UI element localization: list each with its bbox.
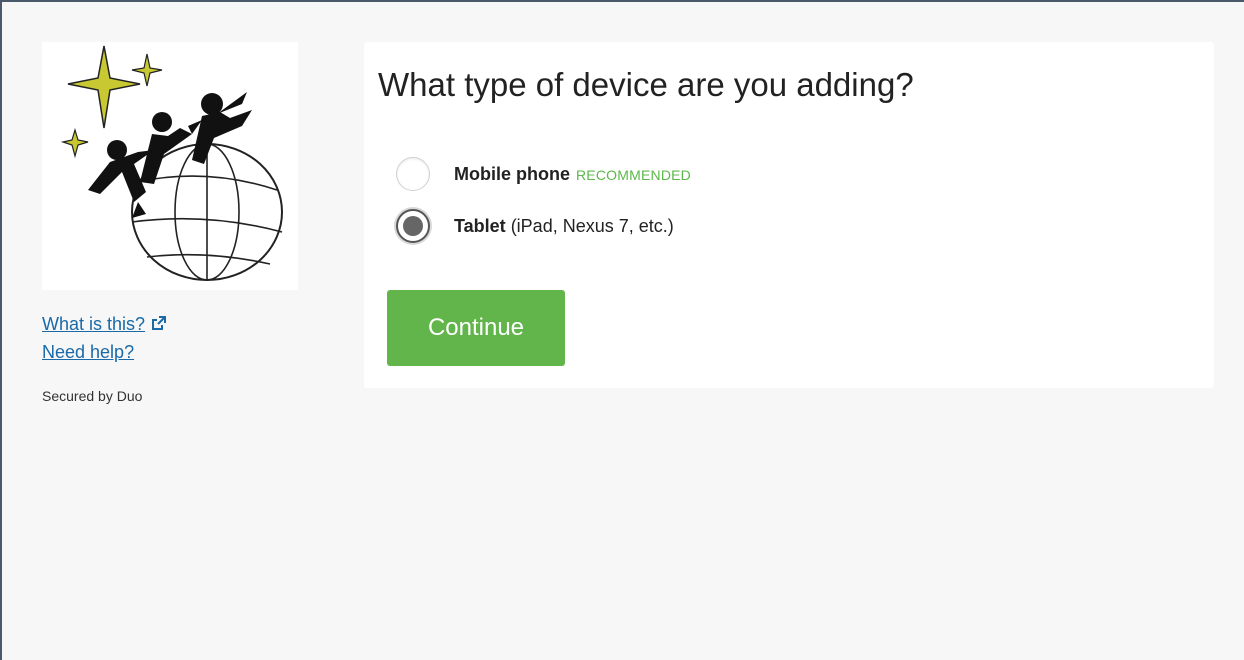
tablet-radio[interactable] (396, 209, 430, 243)
mobile-phone-radio[interactable] (396, 157, 430, 191)
secured-by-text: Secured by Duo (42, 388, 143, 404)
device-type-card: What type of device are you adding? Mobi… (364, 42, 1214, 388)
page-title: What type of device are you adding? (378, 66, 914, 103)
tablet-detail: (iPad, Nexus 7, etc.) (510, 215, 674, 236)
mobile-phone-text: Mobile phone (454, 163, 570, 184)
need-help-link[interactable]: Need help? (42, 338, 300, 366)
what-is-this-link[interactable]: What is this? (42, 310, 300, 338)
external-link-icon (152, 316, 167, 330)
recommended-badge: RECOMMENDED (576, 166, 691, 183)
continue-button[interactable]: Continue (387, 290, 565, 366)
sidebar: What is this? Need help? Secured by Duo (42, 42, 300, 404)
option-mobile-phone[interactable]: Mobile phone RECOMMENDED (396, 154, 691, 194)
tablet-text: Tablet (454, 215, 506, 236)
what-is-this-label: What is this? (42, 314, 146, 334)
organization-logo (42, 42, 298, 290)
app-window: What is this? Need help? Secured by Duo … (0, 0, 1244, 660)
mobile-phone-label: Mobile phone RECOMMENDED (454, 164, 691, 185)
tablet-label: Tablet (iPad, Nexus 7, etc.) (454, 216, 674, 237)
option-tablet[interactable]: Tablet (iPad, Nexus 7, etc.) (396, 206, 674, 246)
